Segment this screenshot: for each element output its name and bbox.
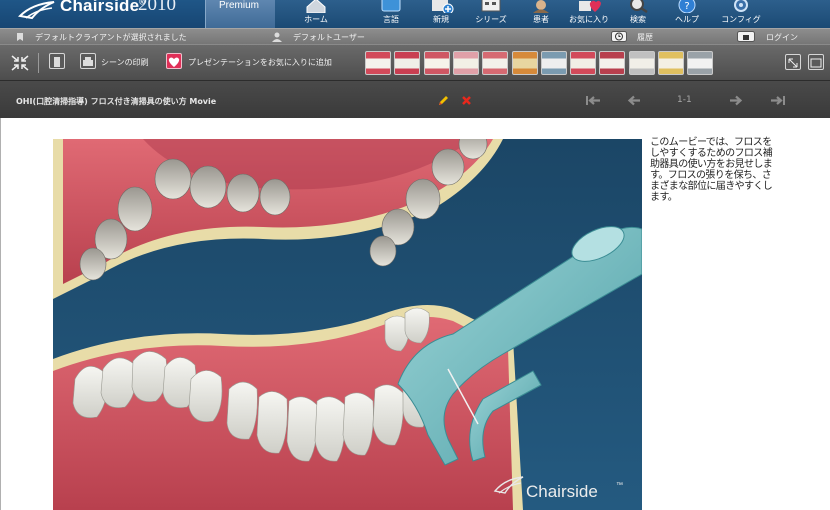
next-page-icon[interactable] <box>729 95 743 106</box>
help-icon: ? <box>678 0 696 13</box>
nav-label: 言語 <box>383 15 399 24</box>
expand-button[interactable] <box>785 54 801 70</box>
print-label[interactable]: シーンの印刷 <box>101 57 149 68</box>
client-status: デフォルトクライアントが選択されました <box>35 33 187 42</box>
dental-flosser-movie[interactable]: Chairside ™ <box>53 139 642 510</box>
logo-year: 2010 <box>138 0 176 15</box>
nav-label: お気に入り <box>569 15 609 24</box>
language-icon <box>381 0 401 12</box>
nav-config[interactable]: コンフィグ <box>713 0 769 28</box>
scene-thumbnail[interactable] <box>540 51 567 75</box>
first-page-icon[interactable] <box>585 95 601 106</box>
print-icon <box>83 57 93 66</box>
home-icon <box>306 0 326 13</box>
edit-icon[interactable] <box>437 95 449 107</box>
favorite-button[interactable] <box>166 53 182 69</box>
history-icon[interactable] <box>611 31 627 42</box>
nav-label: 検索 <box>630 15 646 24</box>
scene-title: OHI(口腔清掃指導) フロス付き清掃具の使い方 Movie <box>16 97 217 106</box>
status-bar: デフォルトクライアントが選択されました デフォルトユーザー 履歴 ログイン <box>0 28 830 44</box>
scene-thumbnail[interactable] <box>365 51 391 75</box>
login-link[interactable]: ログイン <box>766 32 798 43</box>
nav-favorites[interactable]: お気に入り <box>561 0 617 28</box>
chairside-app: Chairside® 2010 Premium ホーム 言語 新規 シリーズ 患… <box>0 0 830 510</box>
content-area: Chairside ™ このムービーでは、フロスをしやすくするためのフロス補助器… <box>0 118 830 510</box>
scene-thumbnail[interactable] <box>511 51 538 75</box>
favorite-label[interactable]: プレゼンテーションをお気に入りに追加 <box>188 57 332 68</box>
scene-thumbnail[interactable] <box>599 51 626 75</box>
scene-thumbnail[interactable] <box>658 51 684 75</box>
nav-home[interactable]: ホーム <box>288 0 344 28</box>
config-icon <box>734 0 748 12</box>
nav-search[interactable]: 検索 <box>610 0 666 28</box>
series-icon <box>481 0 501 12</box>
scene-thumbnail[interactable] <box>423 51 450 75</box>
info-button[interactable] <box>49 53 65 69</box>
scene-thumbnail[interactable] <box>482 51 509 75</box>
scene-bar: OHI(口腔清掃指導) フロス付き清掃具の使い方 Movie 1-1 <box>0 80 830 118</box>
nav-series[interactable]: シリーズ <box>463 0 519 28</box>
dental-arch-illustration: Chairside ™ <box>53 139 642 510</box>
patient-icon <box>533 0 549 13</box>
logo: Chairside® 2010 <box>0 0 205 28</box>
user-icon <box>272 32 282 42</box>
nav-label: コンフィグ <box>721 15 761 24</box>
shrink-view-icon[interactable] <box>10 54 30 72</box>
nav-label: シリーズ <box>475 15 507 24</box>
chairside-logo-icon <box>18 1 55 20</box>
screen-mode-icon <box>810 58 822 68</box>
nav-language[interactable]: 言語 <box>363 0 419 28</box>
new-icon <box>432 0 454 13</box>
delete-icon[interactable] <box>461 95 472 106</box>
nav-label: ヘルプ <box>675 15 699 24</box>
scene-thumbnail[interactable] <box>570 51 597 75</box>
svg-text:?: ? <box>684 1 689 12</box>
watermark-text: Chairside <box>526 482 598 501</box>
history-link[interactable]: 履歴 <box>637 32 653 43</box>
nav-help[interactable]: ? ヘルプ <box>659 0 715 28</box>
favorites-icon <box>579 0 601 12</box>
page-indicator: 1-1 <box>677 95 692 105</box>
nav-new[interactable]: 新規 <box>413 0 469 28</box>
toolbar-divider <box>38 53 39 73</box>
search-icon <box>630 0 648 13</box>
scene-thumbnail[interactable] <box>394 51 421 75</box>
previous-page-icon[interactable] <box>627 95 641 106</box>
current-user[interactable]: デフォルトユーザー <box>293 32 365 43</box>
scene-thumbnail[interactable] <box>628 51 655 75</box>
nav-label: ホーム <box>304 15 328 24</box>
print-button[interactable] <box>80 53 96 69</box>
screen-mode-button[interactable] <box>808 54 824 70</box>
nav-label: 新規 <box>433 15 449 24</box>
scene-description: このムービーでは、フロスをしやすくするためのフロス補助器具の使い方をお見せします… <box>650 137 773 203</box>
expand-icon <box>788 58 798 68</box>
toolbar: シーンの印刷 プレゼンテーションをお気に入りに追加 <box>0 44 830 80</box>
info-icon <box>54 57 60 67</box>
top-header: Chairside® 2010 Premium ホーム 言語 新規 シリーズ 患… <box>0 0 830 28</box>
watermark-tm: ™ <box>616 482 623 489</box>
scene-thumbnail[interactable] <box>452 51 479 75</box>
scene-thumbnail[interactable] <box>687 51 714 75</box>
client-icon <box>17 33 23 41</box>
login-icon[interactable] <box>737 31 755 42</box>
logo-name: Chairside® <box>60 0 145 15</box>
heart-icon <box>168 57 180 67</box>
edition-badge: Premium <box>205 0 275 28</box>
last-page-icon[interactable] <box>770 95 786 106</box>
